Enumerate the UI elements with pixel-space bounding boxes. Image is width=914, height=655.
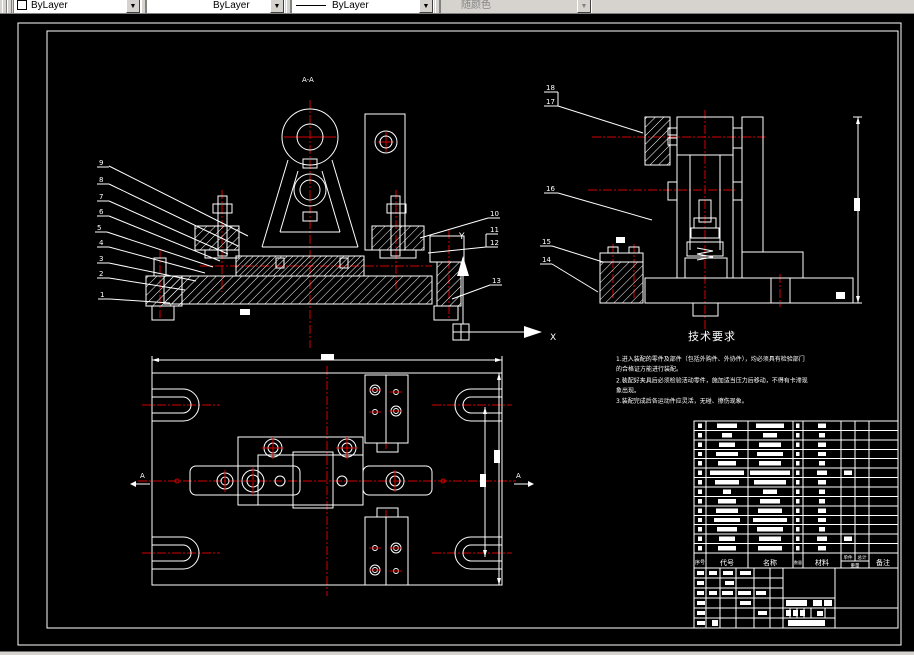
- plotstyle-control-value: 随颜色: [461, 0, 491, 11]
- section-marker-left: A: [130, 472, 150, 487]
- section-label: A-A: [302, 76, 314, 84]
- chevron-down-icon[interactable]: ▼: [419, 0, 433, 13]
- section-marker-right: A: [514, 472, 534, 487]
- callout-label: 9: [99, 159, 103, 167]
- tech-line: 1.进入装配的零件及部件（包括外购件、外协件），均必须具有检验部门: [616, 355, 805, 363]
- side-callouts: 18 17 16 15 14: [540, 84, 653, 293]
- callout-label: 14: [542, 256, 551, 264]
- tech-line: 的合格证方能进行装配。: [616, 365, 682, 373]
- title-block: [693, 567, 899, 629]
- window-bottom-edge: [0, 651, 914, 655]
- tech-line: 2.装配好夹具后必须检验活动零件，施加适当压力后移动，不得有卡滞现: [616, 377, 808, 385]
- lineweight-line-icon: [296, 5, 326, 6]
- callout-label: 3: [99, 255, 103, 263]
- tech-requirements: 技术要求 1.进入装配的零件及部件（包括外购件、外协件），均必须具有检验部门 的…: [616, 330, 808, 405]
- bom-rows: [694, 423, 898, 551]
- bom-header-qty: 数量: [794, 559, 802, 565]
- color-swatch-icon: [17, 0, 27, 10]
- color-control-dropdown[interactable]: ByLayer ▼: [13, 0, 141, 13]
- bom-header-unit: 单件: [844, 554, 853, 561]
- linetype-control-dropdown[interactable]: ByLayer ▼: [146, 0, 285, 13]
- callout-label: 8: [99, 176, 103, 184]
- callout-label: 16: [546, 185, 555, 193]
- tech-line: 象出现。: [616, 387, 640, 395]
- callout-label: 12: [490, 239, 499, 247]
- section-marker-label: A: [516, 472, 521, 480]
- side-view: [588, 110, 862, 330]
- callout-label: 4: [99, 239, 104, 247]
- ucs-y-label: Y: [458, 232, 465, 242]
- section-marker-label: A: [140, 472, 145, 480]
- bom-header-total: 总计: [858, 554, 867, 561]
- plan-view: A A: [130, 354, 534, 596]
- tech-line: 3.装配完成后各运动件应灵活，无碰、擦伤现象。: [616, 397, 748, 405]
- drawing-frame: [17, 22, 902, 646]
- bom-header-seq: 序号: [695, 559, 705, 566]
- callout-label: 7: [99, 193, 103, 201]
- front-view: A-A: [145, 76, 465, 348]
- callout-label: 6: [99, 208, 104, 216]
- callout-label: 17: [546, 98, 555, 106]
- callout-label: 1: [100, 291, 104, 299]
- callout-label: 15: [542, 238, 551, 246]
- toolbar-grip[interactable]: [7, 0, 12, 13]
- lineweight-control-value: ByLayer: [332, 0, 369, 11]
- callout-label: 10: [490, 210, 499, 218]
- dimension: [853, 116, 862, 304]
- color-control-value: ByLayer: [31, 0, 68, 11]
- bom-header-name: 名称: [763, 558, 777, 567]
- chevron-down-icon[interactable]: ▼: [577, 0, 591, 13]
- plotstyle-control-dropdown[interactable]: 随颜色 ▼: [440, 0, 592, 13]
- cad-window: ByLayer ▼ ByLayer ▼ ByLayer ▼ 随颜色 ▼ A-A …: [0, 0, 914, 655]
- tech-requirements-title: 技术要求: [688, 330, 736, 343]
- linetype-control-value: ByLayer: [213, 0, 250, 11]
- ucs-x-label: X: [550, 333, 556, 343]
- callout-label: 5: [97, 224, 101, 232]
- properties-toolbar: ByLayer ▼ ByLayer ▼ ByLayer ▼ 随颜色 ▼: [0, 0, 914, 14]
- chevron-down-icon[interactable]: ▼: [270, 0, 284, 13]
- callout-label: 13: [492, 277, 501, 285]
- callout-label: 18: [546, 84, 555, 92]
- callout-label: 2: [99, 270, 103, 278]
- bom-header-remark: 备注: [876, 558, 890, 567]
- lineweight-control-dropdown[interactable]: ByLayer ▼: [291, 0, 434, 13]
- bom-table: 序号 代号 名称 数量 材料 单件 总计 重量 备注: [693, 420, 899, 569]
- callout-label: 11: [490, 226, 499, 234]
- bom-header-code: 代号: [720, 558, 734, 567]
- drawing-canvas[interactable]: A-A 9 8 7 6 5 4 3 2 1 10 11 12 13 Y X 18…: [0, 14, 914, 651]
- bom-header-material: 材料: [815, 558, 829, 567]
- chevron-down-icon[interactable]: ▼: [126, 0, 140, 13]
